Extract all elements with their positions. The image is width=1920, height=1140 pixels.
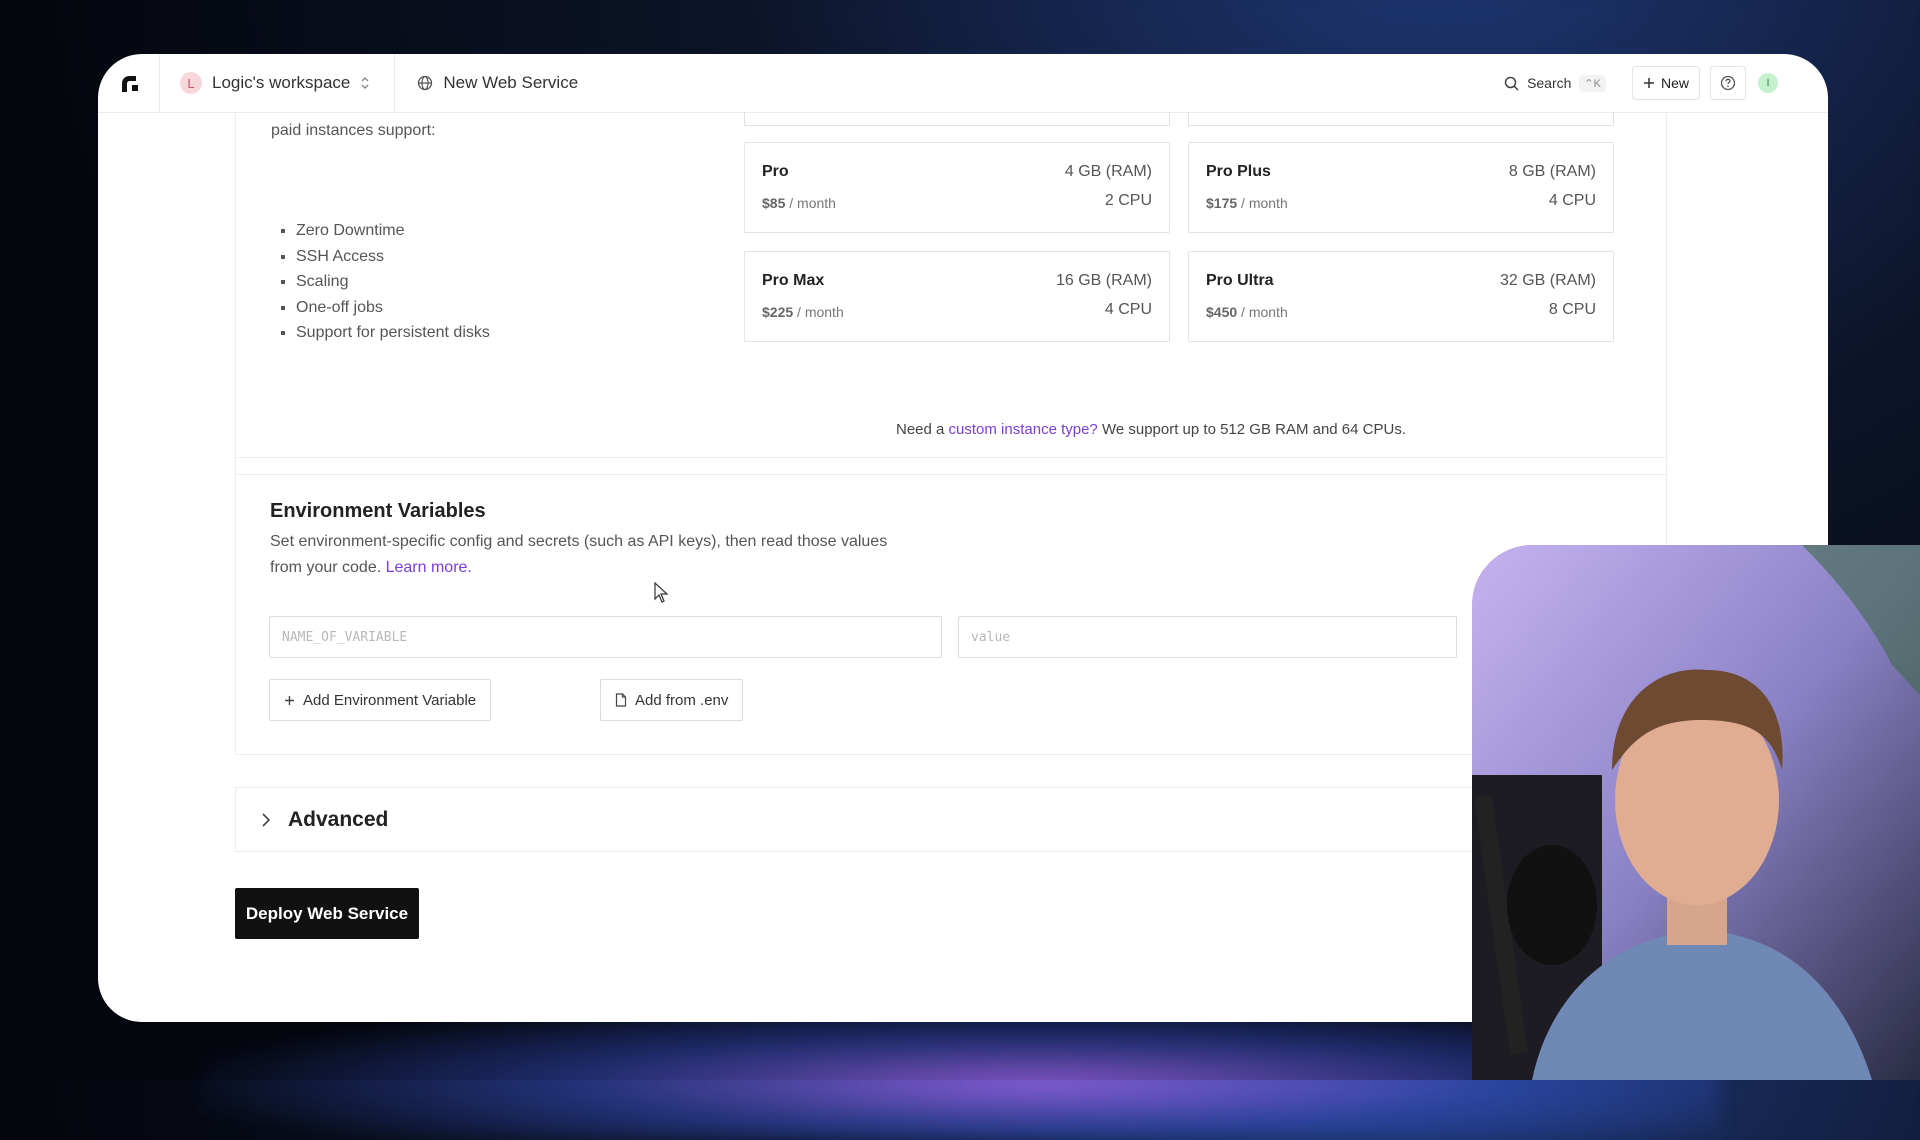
add-from-env-button[interactable]: Add from .env	[600, 679, 744, 721]
help-button[interactable]	[1710, 66, 1746, 100]
learn-more-link[interactable]: Learn more.	[386, 559, 472, 576]
plan-ram: 4 GB (RAM)	[1064, 163, 1152, 180]
advanced-section-toggle[interactable]: Advanced	[235, 787, 1667, 852]
chevron-updown-icon	[361, 77, 369, 89]
feature-item: Support for persistent disks	[296, 320, 490, 346]
plan-card-pro-ultra[interactable]: Pro Ultra 32 GB (RAM) $450 / month 8 CPU	[1188, 251, 1614, 342]
plan-price: $175 / month	[1206, 195, 1288, 211]
add-environment-variable-button[interactable]: Add Environment Variable	[269, 679, 492, 721]
custom-instance-note: Need a custom instance type? We support …	[895, 421, 1406, 438]
feature-item: SSH Access	[296, 244, 490, 270]
search-button[interactable]: Search ⌃K	[1504, 74, 1606, 92]
plan-ram: 32 GB (RAM)	[1499, 272, 1596, 289]
paid-instances-text: paid instances support:	[271, 122, 436, 139]
file-icon	[615, 693, 627, 707]
mouse-cursor-icon	[654, 582, 669, 603]
plan-card-partial[interactable]	[744, 112, 1170, 126]
env-name-input[interactable]: NAME_OF_VARIABLE	[269, 616, 942, 658]
presenter-video-icon	[1472, 545, 1920, 1080]
custom-instance-link[interactable]: custom instance type?	[949, 421, 1098, 438]
section-title: Environment Variables	[270, 500, 486, 522]
render-logo-icon[interactable]	[98, 54, 160, 112]
plan-price: $85 / month	[762, 195, 836, 211]
chevron-right-icon	[262, 813, 271, 827]
webcam-overlay	[1472, 545, 1920, 1080]
plan-name: Pro Max	[762, 272, 825, 289]
new-button[interactable]: New	[1631, 66, 1700, 100]
feature-item: One-off jobs	[296, 295, 490, 321]
breadcrumb: New Web Service	[395, 73, 578, 93]
plan-name: Pro	[762, 163, 789, 180]
workspace-switcher[interactable]: L Logic's workspace	[160, 54, 396, 112]
plan-card-pro-max[interactable]: Pro Max 16 GB (RAM) $225 / month 4 CPU	[744, 251, 1170, 342]
plan-price: $225 / month	[762, 304, 844, 320]
plan-ram: 8 GB (RAM)	[1508, 163, 1596, 180]
workspace-name: Logic's workspace	[212, 73, 351, 92]
plan-cpu: 8 CPU	[1548, 301, 1596, 318]
plan-cpu: 4 CPU	[1548, 192, 1596, 209]
instance-type-section: paid instances support: Zero Downtime SS…	[235, 112, 1667, 475]
section-description: Set environment-specific config and secr…	[270, 533, 888, 576]
globe-icon	[418, 75, 433, 91]
plan-cpu: 2 CPU	[1104, 192, 1152, 209]
advanced-label: Advanced	[288, 808, 389, 831]
plan-cpu: 4 CPU	[1104, 301, 1152, 318]
deploy-web-service-button[interactable]: Deploy Web Service	[235, 888, 419, 939]
workspace-avatar: L	[180, 72, 202, 94]
plan-name: Pro Plus	[1206, 163, 1271, 180]
plus-icon	[285, 695, 294, 705]
plan-card-pro[interactable]: Pro 4 GB (RAM) $85 / month 2 CPU	[744, 142, 1170, 233]
plan-name: Pro Ultra	[1206, 272, 1274, 289]
environment-variables-section: Environment Variables Set environment-sp…	[235, 457, 1667, 755]
new-button-label: New	[1660, 75, 1689, 91]
help-icon	[1720, 75, 1736, 91]
plan-card-pro-plus[interactable]: Pro Plus 8 GB (RAM) $175 / month 4 CPU	[1188, 142, 1614, 233]
plus-icon	[1643, 78, 1654, 88]
user-avatar[interactable]: I	[1758, 73, 1778, 93]
feature-list: Zero Downtime SSH Access Scaling One-off…	[271, 218, 490, 346]
search-shortcut: ⌃K	[1579, 74, 1606, 92]
feature-item: Zero Downtime	[296, 218, 490, 244]
env-value-input[interactable]: value	[958, 616, 1457, 658]
feature-item: Scaling	[296, 269, 490, 295]
plan-price: $450 / month	[1206, 304, 1288, 320]
breadcrumb-current: New Web Service	[443, 73, 579, 92]
plan-card-partial[interactable]	[1188, 112, 1614, 126]
search-icon	[1504, 76, 1519, 91]
plan-ram: 16 GB (RAM)	[1055, 272, 1152, 289]
search-label: Search	[1527, 75, 1572, 91]
top-bar: L Logic's workspace New Web Service Sear…	[98, 54, 1828, 113]
